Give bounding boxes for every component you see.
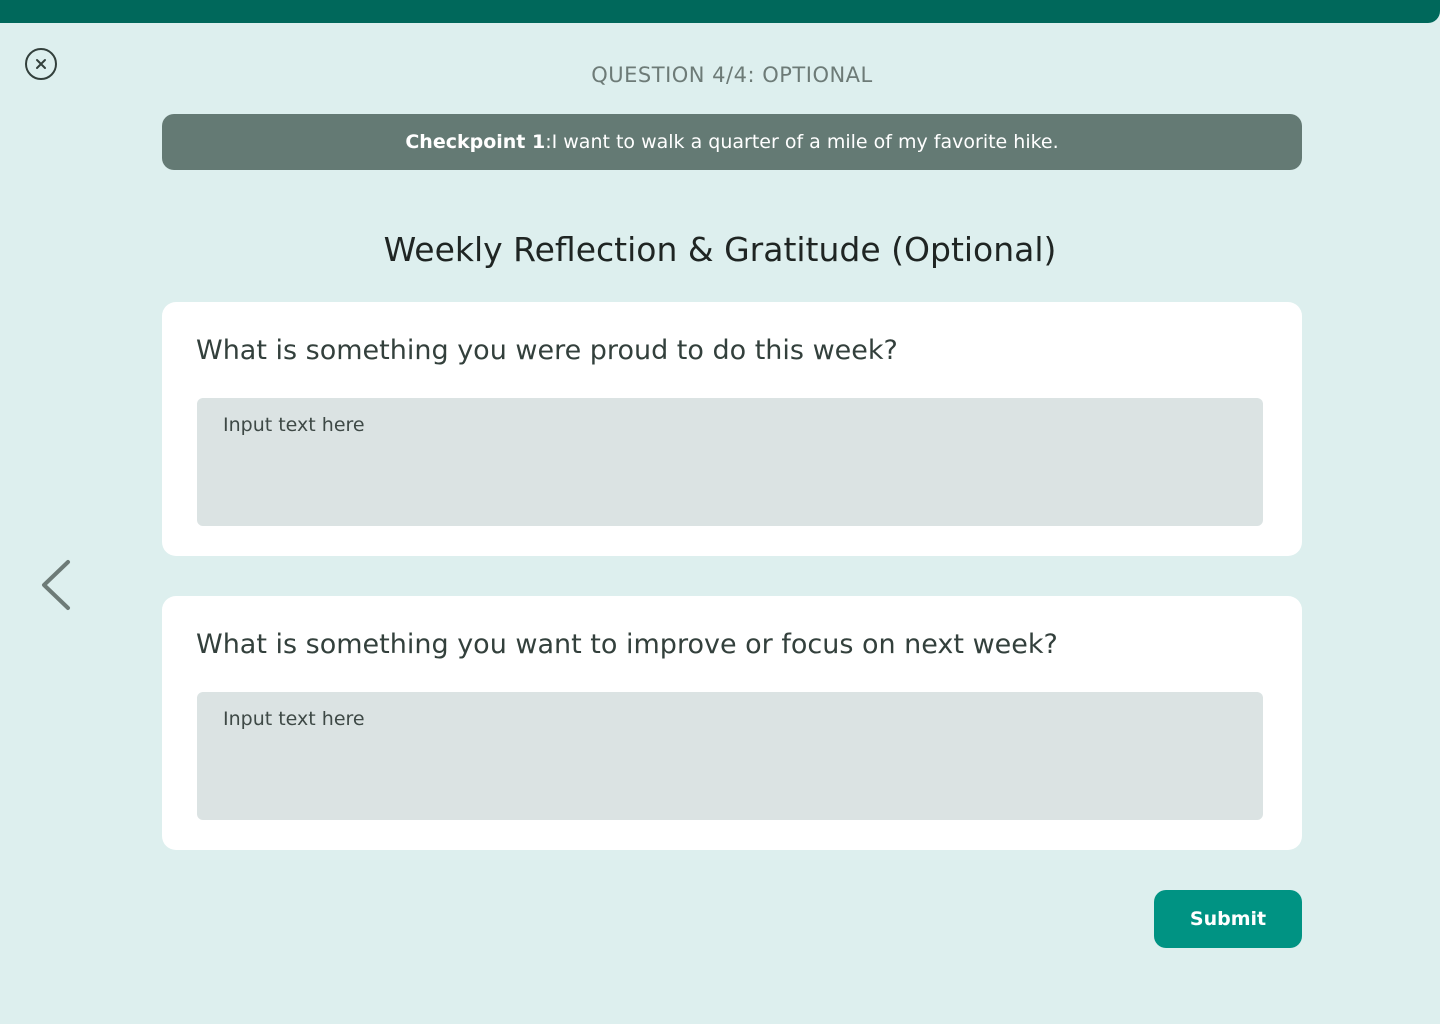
submit-button[interactable]: Submit bbox=[1154, 890, 1302, 948]
answer-field[interactable] bbox=[197, 398, 1263, 526]
answer-field[interactable] bbox=[197, 692, 1263, 820]
checkpoint-banner: Checkpoint 1: I want to walk a quarter o… bbox=[162, 114, 1302, 170]
focus-card: What is something you want to improve or… bbox=[162, 596, 1302, 850]
question-prompt: What is something you want to improve or… bbox=[196, 629, 1058, 660]
chevron-left-icon bbox=[38, 558, 74, 612]
back-button[interactable] bbox=[38, 558, 74, 612]
top-bar bbox=[0, 0, 1440, 23]
checkpoint-text: I want to walk a quarter of a mile of my… bbox=[551, 131, 1059, 153]
question-prompt: What is something you were proud to do t… bbox=[196, 335, 898, 366]
question-counter: QUESTION 4/4: OPTIONAL bbox=[591, 63, 873, 87]
reflection-card: What is something you were proud to do t… bbox=[162, 302, 1302, 556]
checkpoint-label: Checkpoint 1 bbox=[405, 131, 546, 153]
page-title: Weekly Reflection & Gratitude (Optional) bbox=[383, 230, 1057, 269]
